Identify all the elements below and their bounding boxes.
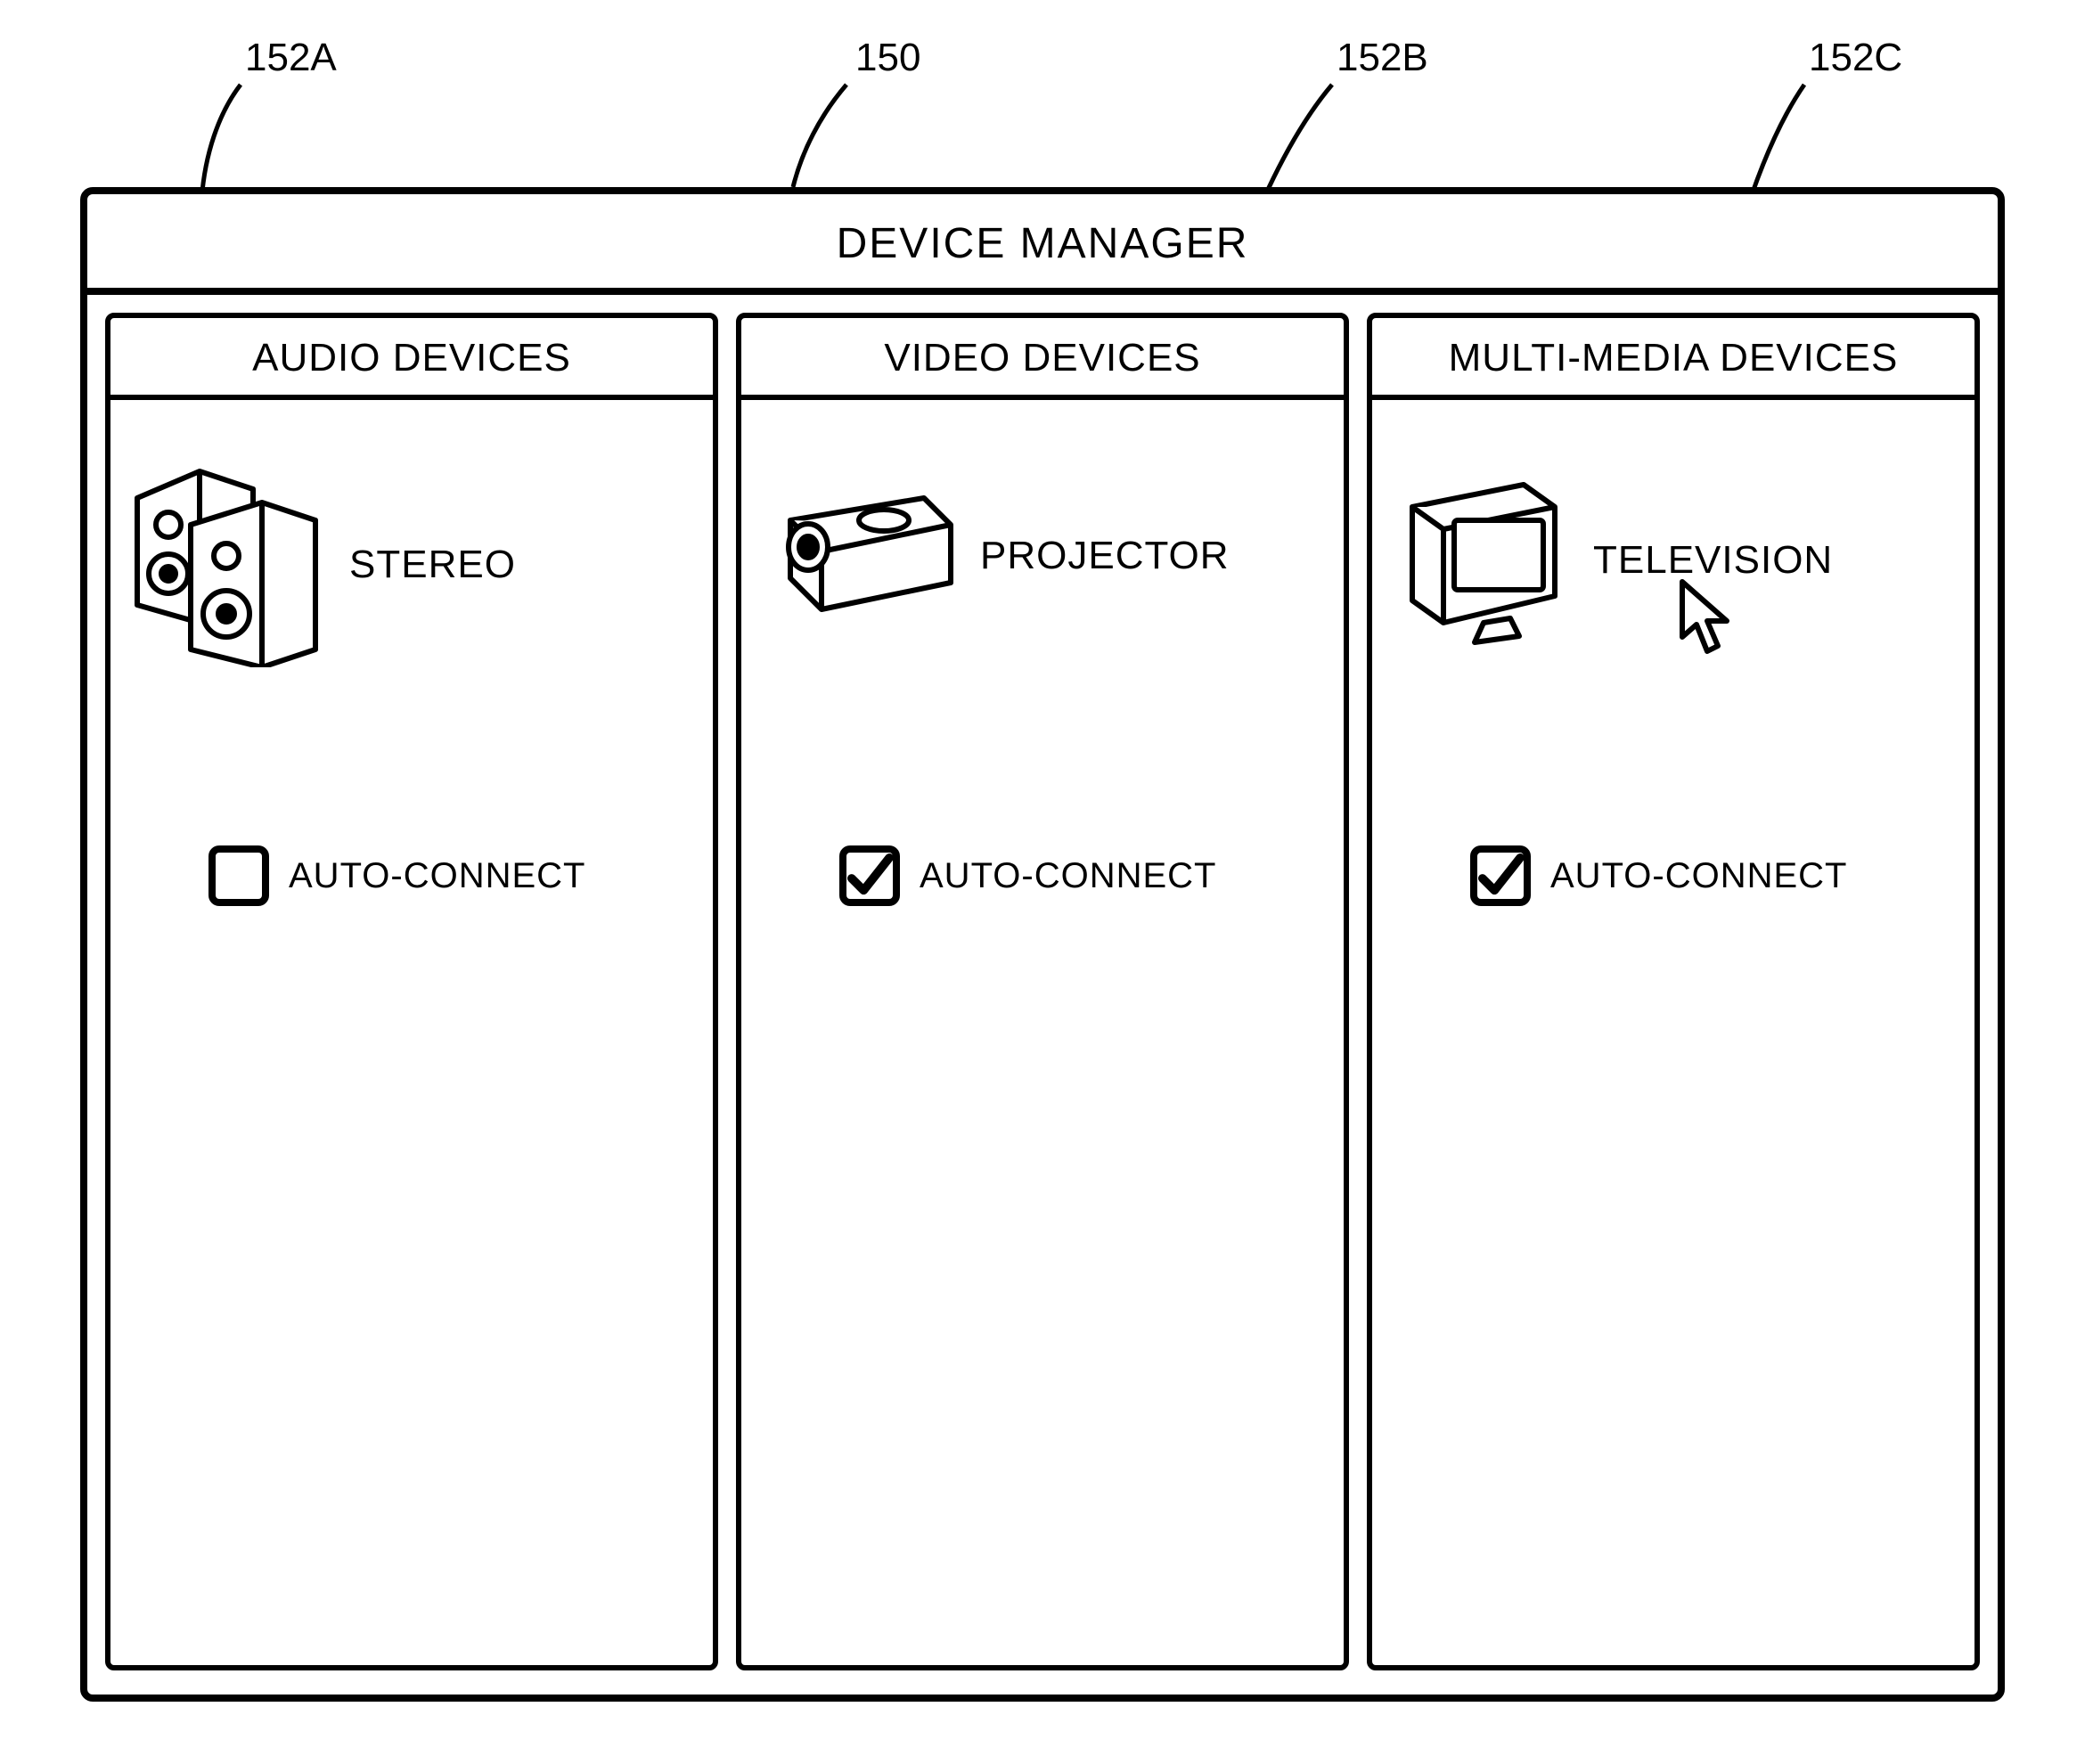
auto-connect-audio[interactable]: AUTO-CONNECT <box>208 845 585 906</box>
device-television[interactable]: TELEVISION <box>1390 471 1833 649</box>
checkbox-audio[interactable] <box>208 845 269 906</box>
device-manager-window: DEVICE MANAGER AUDIO DEVICES <box>80 187 2005 1702</box>
checkbox-multimedia[interactable] <box>1470 845 1531 906</box>
panels-row: AUDIO DEVICES <box>87 295 1998 1688</box>
panel-video-devices: VIDEO DEVICES <box>736 313 1349 1670</box>
checkbox-label-multimedia: AUTO-CONNECT <box>1550 856 1847 896</box>
checkbox-video[interactable] <box>839 845 900 906</box>
diagram-canvas: 152A 150 152B 152C 154 156A 158 156B 156… <box>0 0 2093 1764</box>
speakers-icon <box>128 462 324 667</box>
checkbox-label-audio: AUTO-CONNECT <box>289 856 585 896</box>
auto-connect-video[interactable]: AUTO-CONNECT <box>839 845 1216 906</box>
cursor-icon <box>1675 578 1737 663</box>
panel-header-audio: AUDIO DEVICES <box>110 318 713 400</box>
panel-header-video: VIDEO DEVICES <box>741 318 1344 400</box>
television-icon <box>1390 471 1568 649</box>
device-label-stereo: STEREO <box>349 543 516 587</box>
device-label-television: TELEVISION <box>1593 538 1833 583</box>
device-label-projector: PROJECTOR <box>980 534 1230 578</box>
window-title: DEVICE MANAGER <box>87 194 1998 295</box>
device-projector[interactable]: PROJECTOR <box>759 480 1230 632</box>
auto-connect-multimedia[interactable]: AUTO-CONNECT <box>1470 845 1847 906</box>
panel-header-multimedia: MULTI-MEDIA DEVICES <box>1372 318 1974 400</box>
panel-body-video: PROJECTOR AUTO-CONNECT <box>741 400 1344 1665</box>
panel-body-audio: STEREO AUTO-CONNECT <box>110 400 713 1665</box>
panel-body-multimedia: TELEVISION AUTO-CONNECT <box>1372 400 1974 1665</box>
device-stereo[interactable]: STEREO <box>128 462 516 667</box>
projector-icon <box>759 480 955 632</box>
panel-audio-devices: AUDIO DEVICES <box>105 313 718 1670</box>
panel-multimedia-devices: MULTI-MEDIA DEVICES <box>1367 313 1980 1670</box>
checkbox-label-video: AUTO-CONNECT <box>920 856 1216 896</box>
